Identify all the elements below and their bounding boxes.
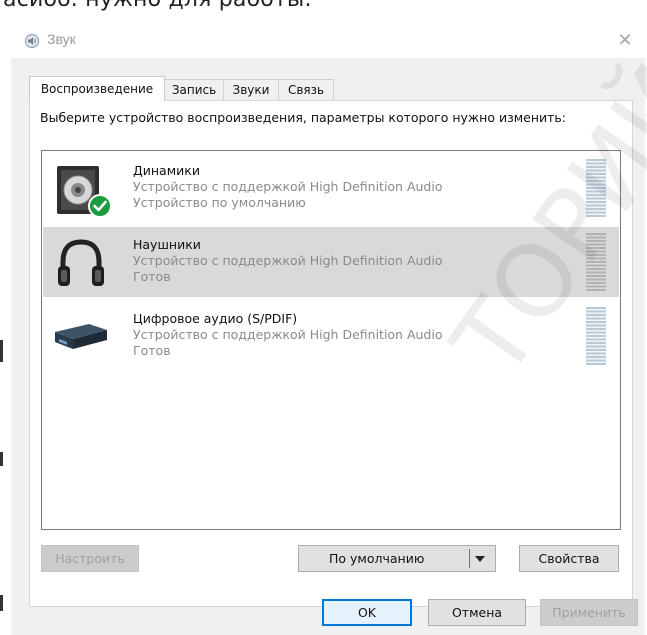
tab-communications[interactable]: Связь: [278, 79, 334, 100]
background-margin-mark: [0, 452, 3, 466]
screen: асиоо. нужно для раооты. Звук ✕ Воспроиз…: [0, 0, 647, 635]
set-default-label: По умолчанию: [329, 551, 425, 566]
background-margin-mark: [0, 595, 3, 611]
set-default-split-button[interactable]: По умолчанию: [298, 545, 496, 572]
properties-button[interactable]: Свойства: [519, 545, 619, 572]
title-bar[interactable]: Звук ✕: [11, 22, 645, 58]
close-icon: ✕: [617, 29, 633, 51]
background-margin-mark: [0, 340, 3, 362]
ok-button[interactable]: OK: [322, 599, 412, 626]
device-description: Устройство с поддержкой High Definition …: [133, 253, 443, 268]
device-status: Готов: [133, 269, 171, 284]
volume-meter: [586, 233, 606, 291]
device-name: Динамики: [133, 163, 200, 178]
window-title: Звук: [47, 31, 76, 47]
device-name: Цифровое аудио (S/PDIF): [133, 311, 298, 326]
device-name: Наушники: [133, 237, 201, 252]
configure-button[interactable]: Настроить: [41, 545, 139, 572]
tab-sounds[interactable]: Звуки: [223, 79, 279, 100]
background-document-text: асиоо. нужно для раооты.: [3, 0, 312, 12]
device-status: Готов: [133, 343, 171, 358]
digital-audio-icon: [55, 324, 107, 349]
speaker-icon: [57, 166, 111, 218]
device-row-digital-audio[interactable]: Цифровое аудио (S/PDIF) Устройство с под…: [43, 301, 619, 371]
tab-playback[interactable]: Воспроизведение: [29, 76, 165, 101]
device-description: Устройство с поддержкой High Definition …: [133, 179, 443, 194]
headphones-icon: [58, 239, 104, 286]
close-button[interactable]: ✕: [605, 22, 645, 58]
split-separator: [469, 549, 470, 568]
chevron-down-icon[interactable]: [475, 556, 485, 562]
instruction-text: Выберите устройство воспроизведения, пар…: [40, 110, 566, 125]
tab-recording[interactable]: Запись: [164, 79, 224, 100]
volume-meter: [586, 307, 606, 365]
device-status: Устройство по умолчанию: [133, 195, 306, 210]
device-row-headphones[interactable]: Наушники Устройство с поддержкой High De…: [43, 227, 619, 297]
cancel-button[interactable]: Отмена: [428, 599, 526, 626]
speaker-icon: [25, 34, 39, 48]
device-list[interactable]: Динамики Устройство с поддержкой High De…: [41, 150, 621, 530]
volume-meter: [586, 159, 606, 217]
apply-button[interactable]: Применить: [540, 599, 638, 626]
device-description: Устройство с поддержкой High Definition …: [133, 327, 443, 342]
device-row-speakers[interactable]: Динамики Устройство с поддержкой High De…: [43, 153, 619, 223]
